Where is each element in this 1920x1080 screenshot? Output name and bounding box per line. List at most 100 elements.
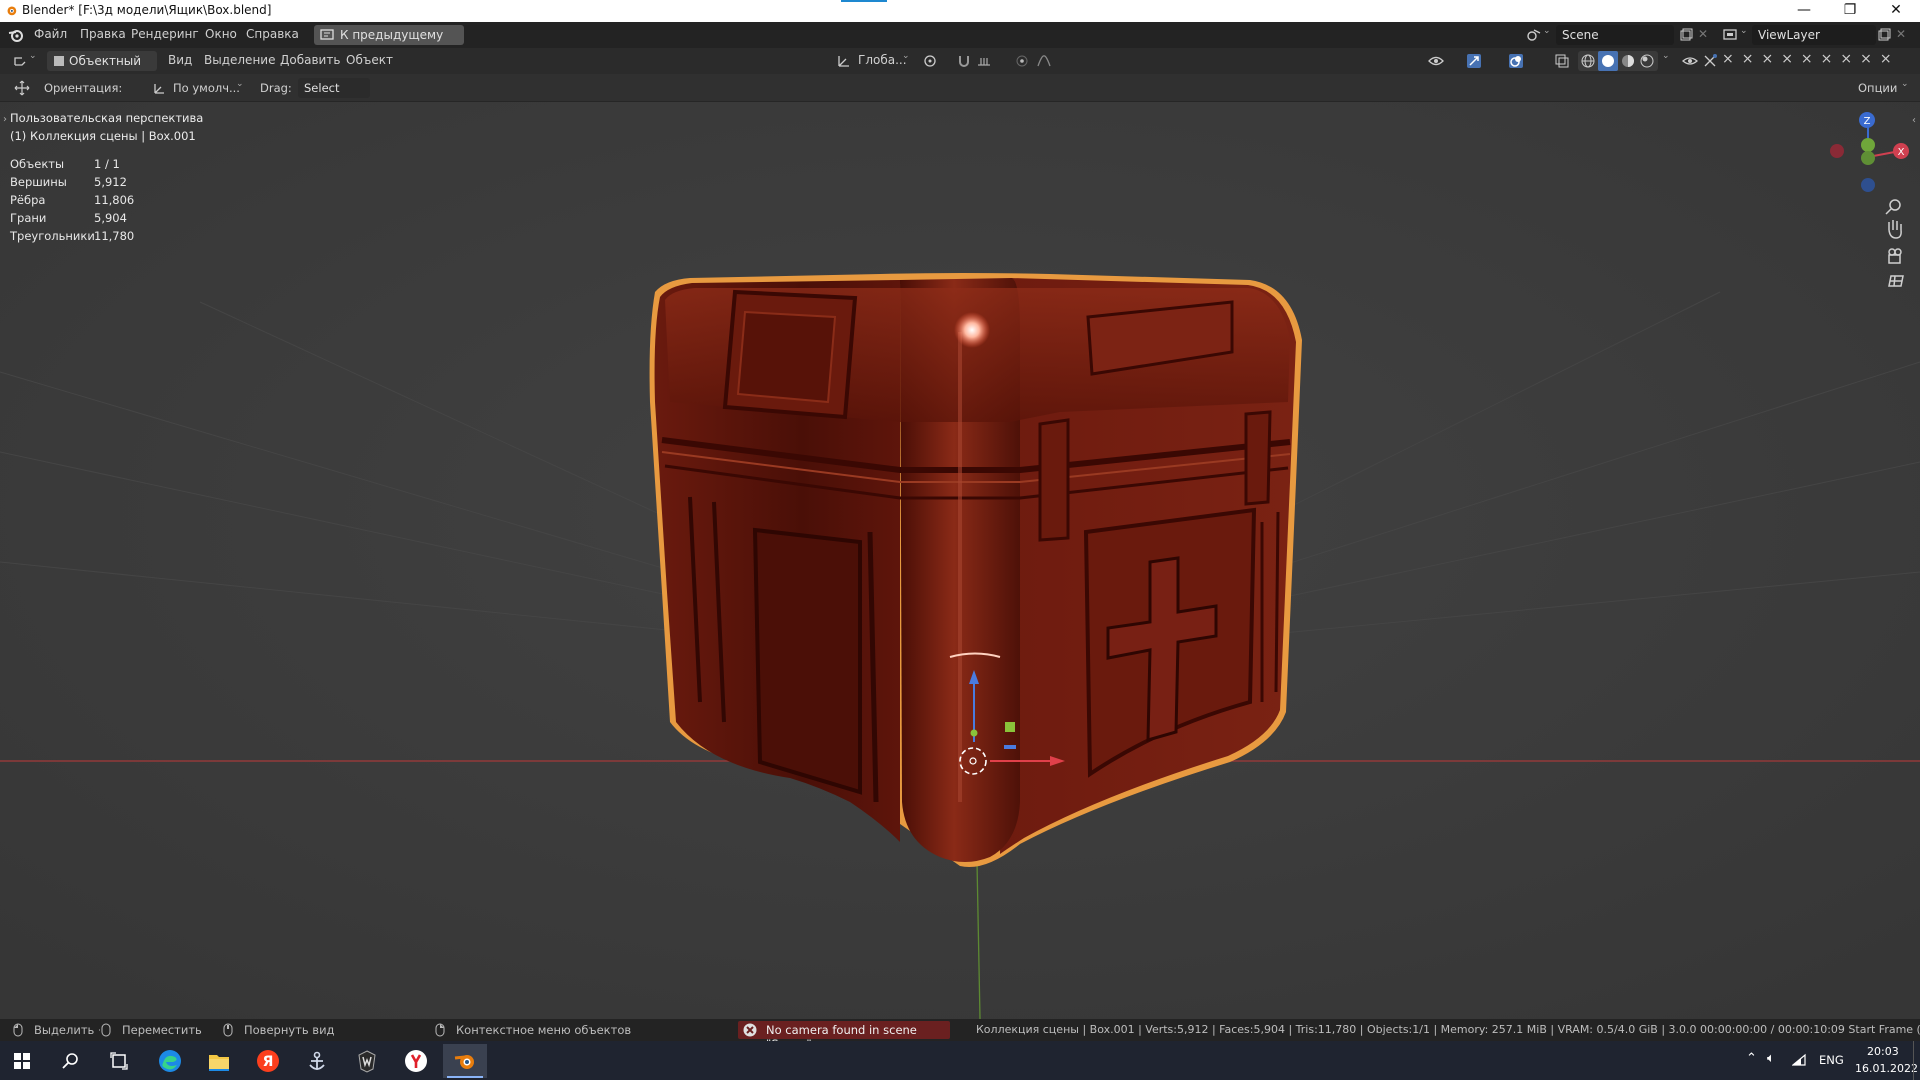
back-to-previous-button[interactable]: К предыдущему виду [314,25,464,62]
chevron-down-icon[interactable]: ⌄ [1740,26,1748,36]
view-layer-icon[interactable] [1722,27,1738,43]
rendered-shading-icon[interactable] [1639,53,1655,69]
visibility-toggle-icons[interactable]: ⨯⨯⨯⨯⨯⨯⨯⨯⨯ [1722,51,1900,67]
top-menu-bar: Файл Правка Рендеринг Окно Справка К пре… [0,22,1920,62]
menu-select[interactable]: Выделение [204,53,275,67]
overlays-icon[interactable] [1508,53,1524,69]
minimize-button[interactable]: — [1781,0,1827,22]
snap-target-icon[interactable] [976,53,992,69]
options-dropdown[interactable]: Опции [1858,81,1897,95]
blender-menu-icon[interactable] [8,27,24,43]
toolbar-toggle-icon[interactable]: › [3,114,7,125]
gizmo-x-label: X [1898,147,1905,158]
error-report[interactable]: No camera found in scene "Scene" [738,1021,950,1051]
restore-button[interactable]: ❐ [1827,0,1873,22]
delete-scene-icon[interactable]: ✕ [1698,27,1708,41]
viewport-header: ⌄ Объектный ... Вид Выделение Добавить О… [0,48,1920,88]
xz-plane-handle[interactable] [1005,722,1015,732]
menu-object[interactable]: Объект [346,53,393,67]
clock-date[interactable]: 16.01.2022 [1855,1062,1918,1075]
stat-vertices-value: 5,912 [94,175,127,189]
windows-start-icon[interactable] [14,1053,30,1069]
falloff-icon[interactable] [1036,53,1052,69]
scene-name-field[interactable]: Scene [1556,25,1674,45]
search-icon[interactable] [62,1052,80,1070]
delete-view-layer-icon[interactable]: ✕ [1896,27,1906,41]
pivot-point-icon[interactable] [922,53,938,69]
screen-icon [320,29,334,40]
close-button[interactable]: ✕ [1873,0,1919,22]
drag-select-dropdown[interactable]: Select Box ⌄ [298,78,370,115]
new-view-layer-icon[interactable] [1876,27,1892,43]
select-toggle-icon[interactable] [1702,53,1718,69]
menu-render[interactable]: Рендеринг [131,27,199,41]
menu-help[interactable]: Справка [246,27,299,41]
transform-orientation-value[interactable]: Глоба... [858,53,907,67]
world-of-warships-icon[interactable] [305,1049,329,1073]
editor-type-icon[interactable] [12,53,28,69]
tray-overflow-icon[interactable]: ⌃ [1746,1051,1757,1066]
gizmo-neg-z-axis[interactable] [1861,178,1875,192]
menu-window[interactable]: Окно [205,27,237,41]
orientation-value[interactable]: По умолч... [173,81,240,95]
xy-plane-handle[interactable] [1004,745,1016,749]
snap-icon[interactable] [956,53,972,69]
chevron-down-icon[interactable]: ⌄ [1543,26,1551,36]
drag-label: Drag: [260,81,292,95]
gizmo-y-axis[interactable] [1861,138,1875,152]
gizmo-toggle-icon[interactable] [1466,53,1482,69]
chevron-down-icon[interactable]: ⌄ [1901,79,1909,89]
scene-icon[interactable] [1526,27,1542,43]
status-bar: Выделить Переместить Повернуть вид Конте… [0,1019,1920,1051]
eye-icon[interactable] [1682,53,1698,69]
show-desktop-button[interactable] [1913,1041,1914,1080]
menu-file[interactable]: Файл [34,27,67,41]
chevron-down-icon[interactable]: ⌄ [236,79,244,89]
world-of-tanks-icon[interactable] [355,1049,379,1073]
wireframe-shading-icon[interactable] [1580,53,1596,69]
scene-statistics: Коллекция сцены | Box.001 | Verts:5,912 … [976,1023,1920,1036]
3d-viewport[interactable]: Z X ‹ › Пользовательская перспектива (1)… [0,102,1920,1019]
input-language[interactable]: ENG [1819,1053,1844,1067]
active-collection-label: (1) Коллекция сцены | Box.001 [10,129,196,143]
error-icon [743,1023,757,1037]
view-perspective-label: Пользовательская перспектива [10,111,204,125]
stat-objects-value: 1 / 1 [94,157,120,171]
menu-edit[interactable]: Правка [80,27,126,41]
proportional-edit-icon[interactable] [1014,53,1030,69]
transform-orientation-icon[interactable] [836,53,852,69]
status-select: Выделить [34,1023,95,1037]
chevron-down-icon[interactable]: ⌄ [29,51,37,61]
solid-shading-active[interactable] [1598,51,1618,71]
sidebar-toggle-icon[interactable]: ‹ [1912,115,1916,126]
file-explorer-icon[interactable] [207,1049,231,1073]
volume-icon[interactable]: 🔈︎ [1767,1051,1775,1066]
yandex-icon[interactable]: Я [256,1049,280,1073]
task-view-icon[interactable] [110,1052,128,1070]
move-tool-icon[interactable] [14,80,30,96]
visibility-icon[interactable] [1428,53,1444,69]
menu-add[interactable]: Добавить [280,53,340,67]
specular-highlight [954,312,990,348]
xray-icon[interactable] [1554,53,1570,69]
new-scene-icon[interactable] [1678,27,1694,43]
yandex-browser-icon[interactable] [404,1049,428,1073]
orientation-label: Ориентация: [44,81,123,95]
menu-view[interactable]: Вид [168,53,192,67]
window-titlebar: Blender* [F:\3д модели\Ящик\Box.blend] —… [0,0,1920,22]
chevron-down-icon[interactable]: ⌄ [902,51,910,61]
mode-selector[interactable]: Объектный ... [47,51,157,88]
gizmo-neg-x-axis[interactable] [1830,144,1844,158]
view-layer-field[interactable]: ViewLayer [1752,25,1876,45]
mouse-drag-icon [99,1023,111,1037]
y-axis-handle[interactable] [970,729,978,737]
blender-taskbar-app[interactable] [443,1044,487,1078]
clock-time[interactable]: 20:03 [1867,1045,1899,1058]
material-shading-icon[interactable] [1620,53,1636,69]
wifi-icon[interactable] [1792,1053,1808,1067]
edge-browser-icon[interactable] [158,1049,182,1073]
scene-name: Scene [1562,28,1599,42]
status-rotate: Повернуть вид [244,1023,335,1037]
stat-faces-value: 5,904 [94,211,127,225]
chevron-down-icon[interactable]: ⌄ [1662,51,1670,61]
